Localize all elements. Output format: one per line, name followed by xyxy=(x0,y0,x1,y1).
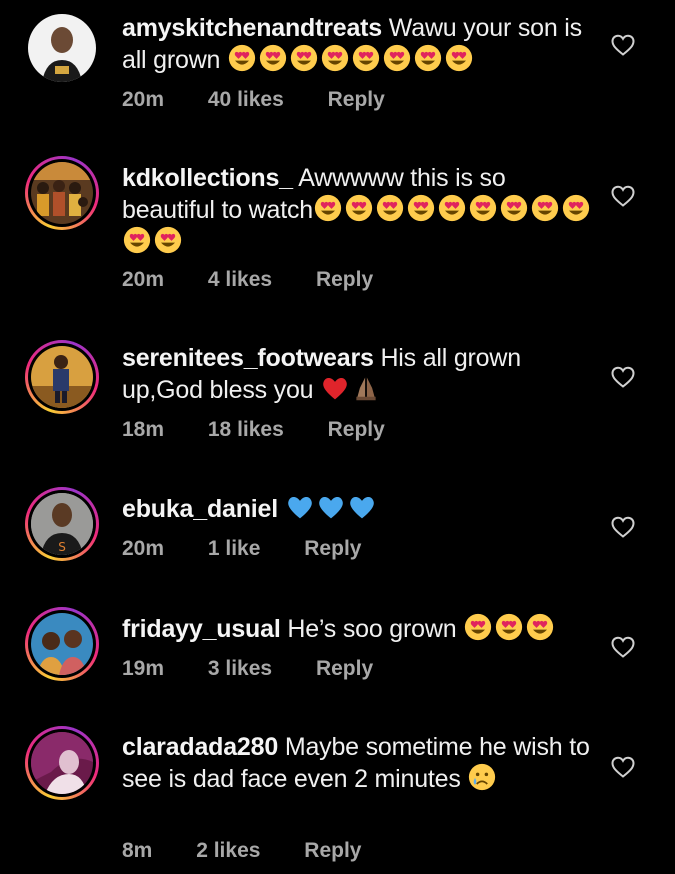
svg-text:S: S xyxy=(58,540,66,554)
avatar[interactable] xyxy=(25,11,99,85)
heart-outline-icon[interactable] xyxy=(610,515,636,539)
comment-meta: 18m 18 likes Reply xyxy=(122,418,385,442)
reply-button[interactable]: Reply xyxy=(328,418,385,442)
comment-likes[interactable]: 40 likes xyxy=(208,88,284,112)
heart-eyes-emoji xyxy=(227,46,475,74)
comment-text: amyskitchenandtreats Wawu your son is al… xyxy=(122,13,592,76)
comment-text: serenitees_footwears His all grown up,Go… xyxy=(122,343,592,406)
comment-text: ebuka_daniel xyxy=(122,493,592,525)
comment-time: 20m xyxy=(122,268,165,291)
comment-meta: 19m 3 likes Reply xyxy=(122,657,373,681)
comment-likes[interactable]: 2 likes xyxy=(196,839,260,863)
comment-meta: 8m 2 likes Reply xyxy=(122,839,361,863)
reply-button[interactable]: Reply xyxy=(328,88,385,112)
comment-time: 20m xyxy=(122,88,165,111)
comment-time: 19m xyxy=(122,657,165,680)
comment-likes[interactable]: 1 like xyxy=(208,537,261,561)
avatar[interactable] xyxy=(25,340,99,414)
crying-face-emoji xyxy=(467,765,498,793)
comment-username[interactable]: claradada280 xyxy=(122,733,278,761)
heart-outline-icon[interactable] xyxy=(610,365,636,389)
heart-outline-icon[interactable] xyxy=(610,184,636,208)
comment-text: fridayy_usual He’s soo grown xyxy=(122,613,592,645)
avatar[interactable] xyxy=(25,156,99,230)
profile-photo xyxy=(31,162,93,224)
reply-button[interactable]: Reply xyxy=(304,839,361,863)
comment-meta: 20m 4 likes Reply xyxy=(122,268,373,292)
comment-text: claradada280 Maybe sometime he wish to s… xyxy=(122,732,592,795)
heart-outline-icon[interactable] xyxy=(610,755,636,779)
profile-photo xyxy=(31,346,93,408)
reply-button[interactable]: Reply xyxy=(304,537,361,561)
reply-button[interactable]: Reply xyxy=(316,268,373,292)
comment-username[interactable]: amyskitchenandtreats xyxy=(122,14,382,42)
comment-likes[interactable]: 18 likes xyxy=(208,418,284,442)
comment-body: He’s soo grown xyxy=(287,615,457,643)
comment-username[interactable]: kdkollections_ xyxy=(122,164,293,192)
comment-username[interactable]: fridayy_usual xyxy=(122,615,281,643)
comment-username[interactable]: serenitees_footwears xyxy=(122,344,374,372)
comment-likes[interactable]: 3 likes xyxy=(208,657,272,681)
profile-photo xyxy=(31,613,93,675)
comment-username[interactable]: ebuka_daniel xyxy=(122,495,278,523)
heart-outline-icon[interactable] xyxy=(610,635,636,659)
heart-eyes-emoji xyxy=(463,615,556,643)
comment-likes[interactable]: 4 likes xyxy=(208,268,272,292)
avatar[interactable] xyxy=(25,607,99,681)
profile-photo xyxy=(31,732,93,794)
heart-outline-icon[interactable] xyxy=(610,33,636,57)
profile-photo xyxy=(28,14,96,82)
comment-time: 18m xyxy=(122,418,165,441)
comment-meta: 20m 40 likes Reply xyxy=(122,88,385,112)
comment-time: 8m xyxy=(122,839,153,862)
avatar[interactable]: S xyxy=(25,487,99,561)
comment-time: 20m xyxy=(122,537,165,560)
comment-meta: 20m 1 like Reply xyxy=(122,537,361,561)
profile-photo: S xyxy=(31,493,93,555)
blue-heart-emoji xyxy=(285,495,378,523)
reply-button[interactable]: Reply xyxy=(316,657,373,681)
avatar[interactable] xyxy=(25,726,99,800)
folded-hands-emoji xyxy=(351,376,382,404)
comment-text: kdkollections_ Awwwww this is so beautif… xyxy=(122,163,592,258)
red-heart-emoji xyxy=(320,376,351,404)
